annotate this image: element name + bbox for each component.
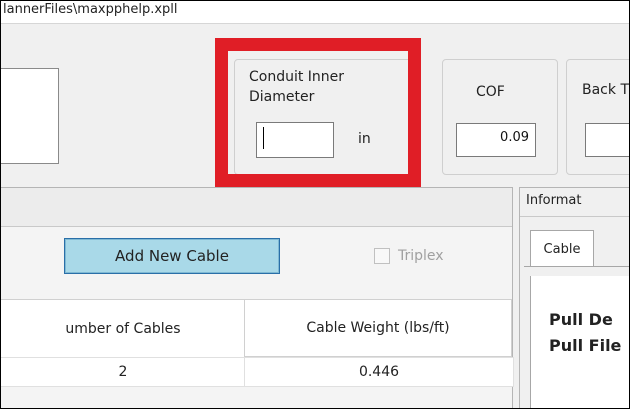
- back-tension-group: Back T: [566, 59, 629, 175]
- col-header-number-of-cables[interactable]: umber of Cables: [1, 299, 246, 359]
- back-tension-label: Back T: [582, 82, 629, 98]
- information-body: Pull De Pull File: [530, 276, 629, 408]
- cell-cable-weight[interactable]: 0.446: [244, 357, 514, 387]
- cof-input[interactable]: 0.09: [456, 123, 536, 157]
- information-panel-title: Informat: [526, 193, 582, 208]
- triplex-checkbox[interactable]: Triplex: [374, 248, 444, 264]
- col-header-cable-weight[interactable]: Cable Weight (lbs/ft): [244, 299, 512, 357]
- window-title: lannerFiles\maxpphelp.xpll: [3, 2, 178, 17]
- cable-panel-header: [1, 188, 512, 227]
- highlight-annotation: [215, 38, 421, 187]
- cable-panel: Add New Cable Triplex umber of Cables Ca…: [1, 187, 514, 408]
- cof-label: COF: [476, 84, 505, 100]
- left-input-box[interactable]: [1, 68, 59, 164]
- app-window: lannerFiles\maxpphelp.xpll Conduit Inner…: [0, 0, 630, 409]
- pull-file-label: Pull File: [549, 336, 622, 355]
- tab-cable[interactable]: Cable: [530, 230, 594, 267]
- information-panel: Informat Cable Pull De Pull File: [519, 187, 629, 408]
- pull-description-label: Pull De: [549, 310, 613, 329]
- triplex-label: Triplex: [398, 248, 444, 264]
- title-bar: lannerFiles\maxpphelp.xpll: [1, 1, 629, 24]
- add-new-cable-button[interactable]: Add New Cable: [64, 238, 280, 274]
- triplex-checkbox-box[interactable]: [374, 248, 390, 264]
- cof-value: 0.09: [500, 130, 529, 145]
- cell-num-cables[interactable]: 2: [1, 357, 246, 387]
- divider: [520, 216, 629, 217]
- tab-strip-line: [524, 266, 629, 267]
- back-tension-input[interactable]: [585, 123, 629, 157]
- cof-group: COF 0.09: [442, 59, 558, 175]
